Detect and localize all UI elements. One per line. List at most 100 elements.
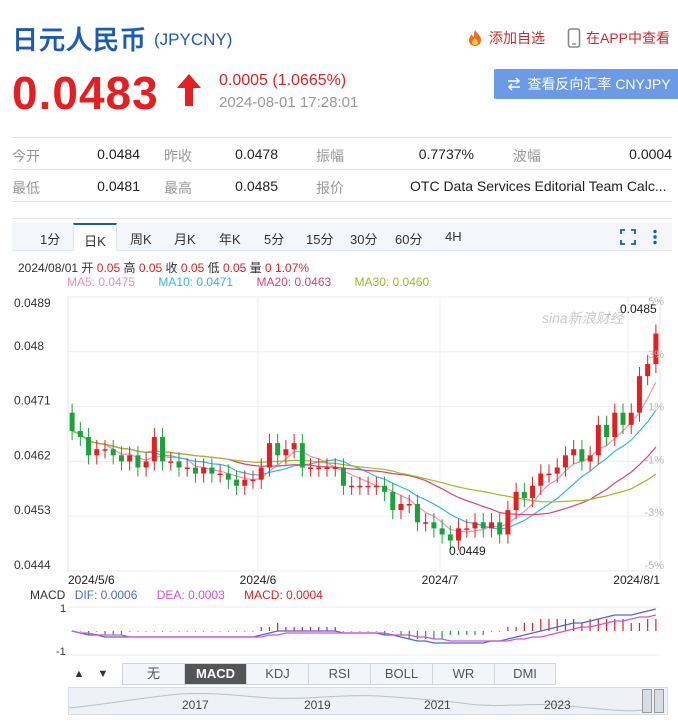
more-menu-icon[interactable] (652, 229, 658, 245)
tab-30min[interactable]: 30分 (350, 229, 377, 248)
candle (423, 522, 429, 524)
candle (521, 491, 527, 498)
candle (299, 443, 305, 468)
candle (184, 467, 190, 469)
candle (513, 491, 519, 511)
candle (242, 479, 248, 486)
indicator-none[interactable]: 无 (122, 663, 184, 685)
candle (275, 443, 281, 456)
navigator-handle-right[interactable] (654, 689, 664, 713)
navigator-handle-left[interactable] (642, 689, 652, 713)
macd-bar (227, 631, 229, 632)
macd-bar (433, 631, 435, 639)
view-in-app-button[interactable]: 在APP中查看 (567, 28, 670, 48)
macd-bar (647, 619, 649, 631)
macd-bar (523, 623, 525, 631)
candle (308, 467, 314, 469)
candle (266, 443, 272, 468)
indicator-wr[interactable]: WR (432, 663, 494, 685)
bar-low-label: 低 (207, 261, 220, 275)
candle (86, 437, 92, 456)
tab-weekly[interactable]: 周K (130, 229, 152, 248)
fullscreen-icon[interactable] (620, 229, 636, 245)
macd-bar (474, 631, 476, 635)
macd-bar (219, 631, 221, 632)
prev-close-value: 0.0478 (235, 146, 278, 162)
candlestick-chart[interactable]: sina新浪财经 0.0489 0.048 0.0471 0.0462 0.0453 0.… (12, 289, 672, 589)
macd-bar (540, 619, 542, 631)
tab-yearly[interactable]: 年K (219, 229, 241, 248)
ma10-legend: MA10: 0.0471 (158, 275, 234, 289)
candle (357, 485, 363, 488)
tab-1min[interactable]: 1分 (40, 229, 60, 248)
indicator-boll[interactable]: BOLL (370, 663, 432, 685)
pct-tick-label: 3% (648, 349, 664, 361)
wave-label: 波幅 (513, 148, 541, 164)
candle (579, 449, 585, 462)
candle (283, 449, 289, 456)
time-navigator[interactable] (68, 687, 668, 715)
y-tick-label: 0.0489 (14, 296, 51, 310)
candle (546, 473, 552, 476)
candle (554, 467, 560, 474)
macd-bar (638, 623, 641, 631)
tab-4h[interactable]: 4H (445, 229, 462, 244)
page-header: 日元人民币 (JPYCNY) 添加自选 在APP中查看 (12, 14, 670, 55)
candle (77, 430, 83, 438)
macd-bar (203, 631, 205, 632)
x-tick-label: 2024/5/6 (68, 573, 115, 587)
macd-dif: DIF: 0.0006 (74, 588, 138, 602)
indicator-tabs: 无 MACD KDJ RSI BOLL WR DMI (122, 663, 556, 685)
indicator-kdj[interactable]: KDJ (246, 663, 308, 685)
macd-chart[interactable]: 1 -1 (12, 603, 672, 659)
macd-bar (392, 631, 394, 632)
macd-bar (441, 631, 443, 639)
scroll-down-button[interactable]: ▼ (92, 663, 114, 685)
macd-bar (449, 631, 451, 635)
ma20-line (71, 430, 657, 516)
bar-info: 2024/08/01 开 0.05 高 0.05 收 0.05 低 0.05 量… (18, 259, 309, 276)
ma30-legend: MA30: 0.0460 (354, 275, 430, 289)
pct-tick-label: 1% (648, 402, 664, 414)
tab-daily[interactable]: 日K (73, 223, 117, 251)
tab-60min[interactable]: 60分 (395, 229, 422, 248)
candle (316, 467, 322, 469)
candle (250, 479, 256, 482)
candle (456, 528, 462, 541)
tab-monthly[interactable]: 月K (174, 229, 196, 248)
candle (488, 522, 494, 529)
indicator-macd[interactable]: MACD (184, 663, 246, 685)
indicator-rsi[interactable]: RSI (308, 663, 370, 685)
candle (332, 467, 338, 469)
max-price-label: 0.0485 (620, 302, 657, 316)
macd-bar (194, 631, 197, 632)
macd-bar (507, 627, 509, 631)
macd-bar (630, 623, 632, 631)
macd-bar (137, 631, 139, 632)
fire-icon (469, 30, 481, 46)
indicator-dmi[interactable]: DMI (494, 663, 556, 685)
candle (143, 461, 149, 468)
candle (595, 424, 601, 456)
macd-bar (244, 631, 246, 632)
navigator-sparkline (68, 692, 645, 712)
add-favorite-button[interactable]: 添加自选 (466, 28, 545, 48)
macd-bar (178, 631, 180, 632)
candle (562, 455, 568, 468)
chart-frame (67, 296, 661, 572)
tab-15min[interactable]: 15分 (306, 229, 333, 248)
candle (447, 534, 453, 541)
candle (431, 522, 437, 529)
up-arrow-icon (177, 74, 201, 106)
candle (118, 455, 124, 462)
scroll-up-button[interactable]: ▲ (68, 663, 90, 685)
candle (160, 437, 166, 462)
navigator-year-3: 2021 (424, 698, 451, 712)
tab-5min[interactable]: 5分 (264, 229, 284, 248)
reverse-rate-button[interactable]: 查看反向汇率 CNYJPY (494, 69, 678, 99)
macd-bar (268, 627, 271, 631)
dif-line (71, 608, 657, 644)
amplitude-label: 振幅 (316, 148, 344, 164)
reverse-rate-label: 查看反向汇率 CNYJPY (527, 76, 671, 92)
candle (217, 473, 223, 476)
